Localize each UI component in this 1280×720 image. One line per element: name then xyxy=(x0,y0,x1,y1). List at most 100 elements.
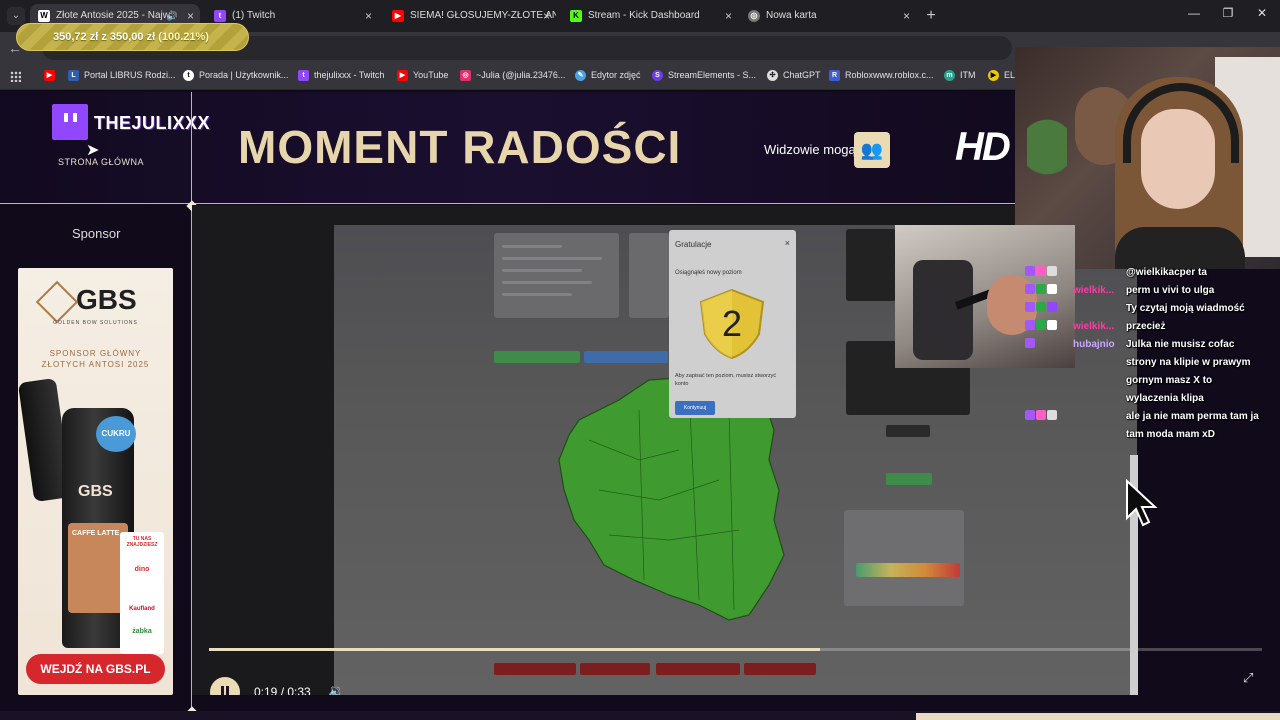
stores-title: TU NAS ZNAJDZIESZ xyxy=(126,536,158,548)
bottom-accent xyxy=(916,713,1280,720)
dark-button xyxy=(886,425,930,437)
level-shield-icon: 2 xyxy=(699,288,765,360)
bookmark-photo-editor[interactable]: ✎ Edytor zdjęć xyxy=(575,70,641,81)
close-icon[interactable]: × xyxy=(543,4,550,28)
tab-new[interactable]: ◎ Nowa karta × xyxy=(740,4,916,28)
close-icon[interactable]: × xyxy=(903,4,910,28)
video-progress-fill xyxy=(209,648,820,651)
tab-title: SIEMA! GŁOSUJEMY-ZŁOTE AN xyxy=(410,10,556,21)
chat-text: Ty czytaj moją wiadmość xyxy=(1126,303,1245,314)
christmas-tree-image xyxy=(1027,107,1067,187)
viewers-group-button[interactable]: 👥 xyxy=(854,132,890,168)
bookmark-itm[interactable]: m ITM xyxy=(944,70,976,81)
level-number: 2 xyxy=(722,303,742,344)
stores-panel xyxy=(120,532,164,654)
fullscreen-icon[interactable]: ⤢ xyxy=(1243,670,1253,686)
dialog-continue-button: Kontynuuj xyxy=(675,401,715,415)
donation-goal-bar: 350,72 zł z 350,00 zł (100.21%) xyxy=(16,23,249,51)
restore-icon[interactable]: ❐ xyxy=(1218,6,1238,20)
page-bottom-bar xyxy=(0,711,1280,720)
bookmark-label: EL xyxy=(1004,70,1016,80)
librus-icon: L xyxy=(68,70,79,81)
site-logo[interactable]: THEJULIXXX ➤ xyxy=(50,104,210,159)
close-icon[interactable]: × xyxy=(725,4,732,28)
chat-message: tam moda mam xD xyxy=(1025,426,1215,444)
tab-search-icon[interactable]: ⌄ xyxy=(7,7,25,25)
sponsor-cta-button[interactable]: WEJDŹ NA GBS.PL xyxy=(26,654,165,684)
chat-message: wielkik... przecież xyxy=(1025,318,1165,336)
bookmark-el[interactable]: ▶ EL xyxy=(988,70,1016,81)
minimize-icon[interactable]: — xyxy=(1184,6,1204,20)
twitch-icon: t xyxy=(298,70,309,81)
new-tab-icon[interactable]: + xyxy=(922,6,940,26)
window-close-icon[interactable]: ✕ xyxy=(1252,6,1272,20)
text-line xyxy=(502,281,592,284)
apps-grid-icon[interactable] xyxy=(10,71,21,82)
chat-badge-icon xyxy=(1025,338,1035,348)
volume-icon[interactable]: 🔉 xyxy=(328,683,344,695)
bookmark-label: Porada | Użytkownik... xyxy=(199,70,289,80)
close-icon[interactable]: × xyxy=(365,4,372,28)
twitch-icon: t xyxy=(214,10,226,22)
chat-text: perm u vivi to ulga xyxy=(1126,285,1215,296)
chat-badges xyxy=(1025,318,1073,336)
viewers-label: Widzowie mogą xyxy=(764,142,856,157)
headline-line2: ZŁOTYCH ANTOSI 2025 xyxy=(41,360,150,369)
chat-text: strony na klipie w prawym xyxy=(1126,357,1251,368)
chat-badges xyxy=(1025,300,1073,318)
users-icon: 👥 xyxy=(860,140,884,160)
chat-message: @wielkikacper ta xyxy=(1025,264,1207,282)
bookmark-twitch[interactable]: t thejulixxx - Twitch xyxy=(298,70,384,81)
dialog-description: Aby zapisać ten poziom, musisz stworzyć … xyxy=(675,373,777,387)
text-line xyxy=(502,257,602,260)
store-zabka: żabka xyxy=(132,628,152,635)
home-link[interactable]: STRONA GŁÓWNA xyxy=(58,157,144,167)
youtube-icon: ▶ xyxy=(397,70,408,81)
sponsor-banner[interactable]: GBS GOLDEN BOW SOLUTIONS SPONSOR GŁÓWNY Z… xyxy=(18,268,173,695)
donation-goal-text: 350,72 zł z 350,00 zł (100.21%) xyxy=(53,31,209,43)
bookmark-instagram[interactable]: ◎ ~Julia (@julia.23476... xyxy=(460,70,565,81)
chat-message: gornym masz X to xyxy=(1025,372,1212,390)
chat-text: Julka nie musisz cofac xyxy=(1126,339,1235,350)
streamelements-icon: S xyxy=(652,70,663,81)
bookmark-librus[interactable]: L Portal LIBRUS Rodzi... xyxy=(68,70,176,81)
bookmark-label: Edytor zdjęć xyxy=(591,70,641,80)
bookmark-label: Robloxwww.roblox.c... xyxy=(845,70,934,80)
chat-badges xyxy=(1025,336,1073,354)
gbs-logo: GBS xyxy=(35,280,137,323)
text-line xyxy=(502,245,562,248)
chat-message: wylaczenia klipa xyxy=(1025,390,1204,408)
dialog-title: Gratulacje xyxy=(675,240,712,249)
wiki-icon: W xyxy=(38,10,50,22)
chat-badge-icon xyxy=(1036,410,1046,420)
text-line xyxy=(502,293,572,296)
chat-username[interactable]: wielkik... xyxy=(1073,285,1114,296)
chat-badge-icon xyxy=(1047,302,1057,312)
video-progress-bar[interactable] xyxy=(209,648,1262,651)
bookmark-roblox[interactable]: R Robloxwww.roblox.c... xyxy=(829,70,934,81)
sponsor-headline: SPONSOR GŁÓWNY ZŁOTYCH ANTOSI 2025 xyxy=(18,348,173,370)
chat-username[interactable]: hubajnio xyxy=(1073,339,1115,350)
video-controls: 0:19 / 0:33 🔉 xyxy=(192,625,1137,695)
tab-youtube[interactable]: ▶ SIEMA! GŁOSUJEMY-ZŁOTE AN × xyxy=(384,4,556,28)
chat-text: @wielkikacper ta xyxy=(1126,267,1207,278)
bookmark-chatgpt[interactable]: ✣ ChatGPT xyxy=(767,70,821,81)
congrats-dialog: Gratulacje × Osiągnąłeś nowy poziom 2 Ab… xyxy=(669,230,796,418)
chat-message: hubajnio Julka nie musisz cofac xyxy=(1025,336,1234,354)
chat-badges xyxy=(1025,408,1073,426)
can-badge: CUKRU xyxy=(96,416,136,452)
bookmark-youtube[interactable]: ▶ YouTube xyxy=(397,70,448,81)
headline-line1: SPONSOR GŁÓWNY xyxy=(49,349,142,358)
photo-editor-icon: ✎ xyxy=(575,70,586,81)
bookmark-porada[interactable]: t Porada | Użytkownik... xyxy=(183,70,289,81)
shirt-image xyxy=(1115,227,1245,269)
bookmark-streamelements[interactable]: S StreamElements - S... xyxy=(652,70,756,81)
chat-text: gornym masz X to xyxy=(1126,375,1213,386)
dialog-close-icon: × xyxy=(784,238,790,248)
tab-title: Złote Antosie 2025 - Najwi xyxy=(56,10,173,21)
el-icon: ▶ xyxy=(988,70,999,81)
tab-kick[interactable]: K Stream - Kick Dashboard × xyxy=(562,4,738,28)
chat-username[interactable]: wielkik... xyxy=(1073,321,1114,332)
chat-badge-icon xyxy=(1025,284,1035,294)
pause-button[interactable] xyxy=(210,677,240,695)
